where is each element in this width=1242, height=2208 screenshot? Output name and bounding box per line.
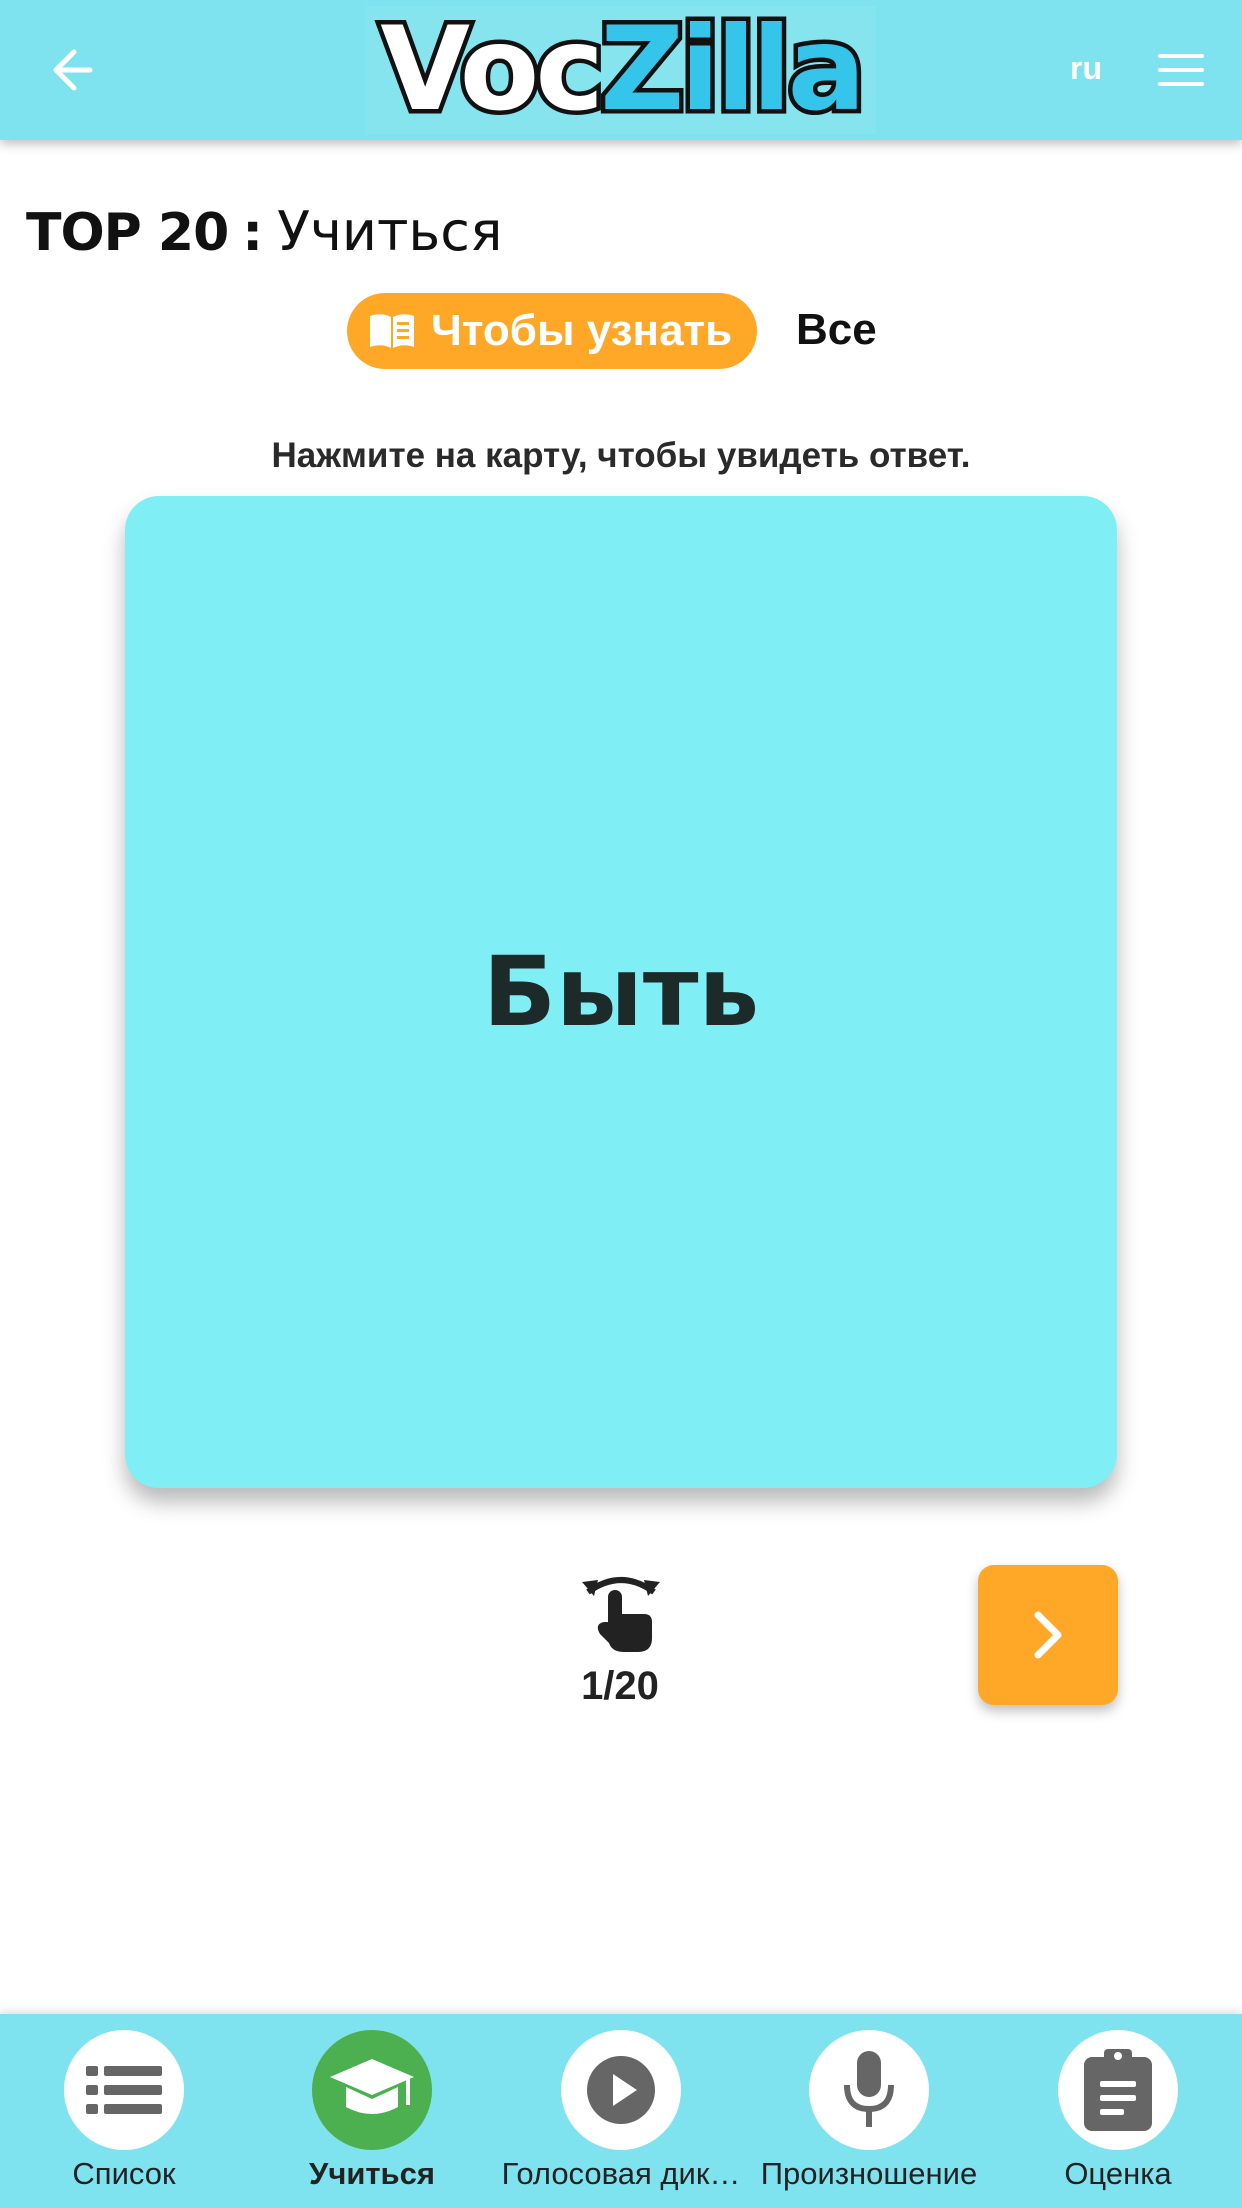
nav-item-learn[interactable]: Учиться xyxy=(248,2014,496,2208)
card-counter: 1/20 xyxy=(581,1664,659,1708)
filter-to-learn-label: Чтобы узнать xyxy=(431,306,733,355)
language-selector[interactable]: ru xyxy=(1070,50,1102,87)
app-header: VocZilla ru xyxy=(0,0,1242,140)
nav-label-learn: Учиться xyxy=(309,2156,435,2191)
nav-item-assessment[interactable]: Оценка xyxy=(994,2014,1242,2208)
filter-all-button[interactable]: Все xyxy=(796,305,877,355)
play-icon xyxy=(587,2056,655,2124)
bottom-navigation: Список Учиться Голосовая дик… Произношен… xyxy=(0,2014,1242,2208)
nav-icon-circle xyxy=(1058,2030,1178,2150)
voczilla-logo: VocZilla xyxy=(366,6,876,134)
filter-to-learn-button[interactable]: Чтобы узнать xyxy=(347,293,757,369)
nav-icon-circle xyxy=(809,2030,929,2150)
graduation-cap-icon xyxy=(330,2059,414,2114)
instruction-text: Нажмите на карту, чтобы увидеть ответ. xyxy=(271,436,971,475)
arrow-left-icon[interactable] xyxy=(44,44,96,96)
nav-label-voice-dictation: Голосовая дик… xyxy=(501,2156,741,2191)
nav-label-list: Список xyxy=(72,2156,176,2191)
nav-item-pronunciation[interactable]: Произношение xyxy=(745,2014,993,2208)
mode-name: Учиться xyxy=(277,200,503,263)
page-title: TOP 20 : Учиться xyxy=(26,200,502,270)
nav-label-pronunciation: Произношение xyxy=(760,2156,978,2191)
hamburger-icon[interactable] xyxy=(1156,50,1206,90)
microphone-icon xyxy=(844,2051,894,2127)
flashcard[interactable]: Быть xyxy=(125,496,1117,1488)
logo-text-voc: Voc xyxy=(376,2,609,137)
logo-text-zilla: Zilla xyxy=(596,2,871,137)
tap-flip-icon[interactable] xyxy=(580,1570,662,1654)
nav-icon-circle xyxy=(561,2030,681,2150)
list-icon xyxy=(86,2066,162,2114)
nav-label-assessment: Оценка xyxy=(1064,2156,1172,2191)
chevron-right-icon xyxy=(1034,1611,1062,1659)
flashcard-word: Быть xyxy=(482,936,760,1048)
clipboard-icon xyxy=(1084,2049,1152,2131)
nav-icon-circle xyxy=(312,2030,432,2150)
list-name: TOP 20 xyxy=(26,203,229,263)
nav-icon-circle xyxy=(64,2030,184,2150)
book-icon xyxy=(370,314,414,348)
title-separator: : xyxy=(242,203,264,263)
nav-item-voice-dictation[interactable]: Голосовая дик… xyxy=(497,2014,745,2208)
nav-item-list[interactable]: Список xyxy=(0,2014,248,2208)
next-card-button[interactable] xyxy=(978,1565,1118,1705)
